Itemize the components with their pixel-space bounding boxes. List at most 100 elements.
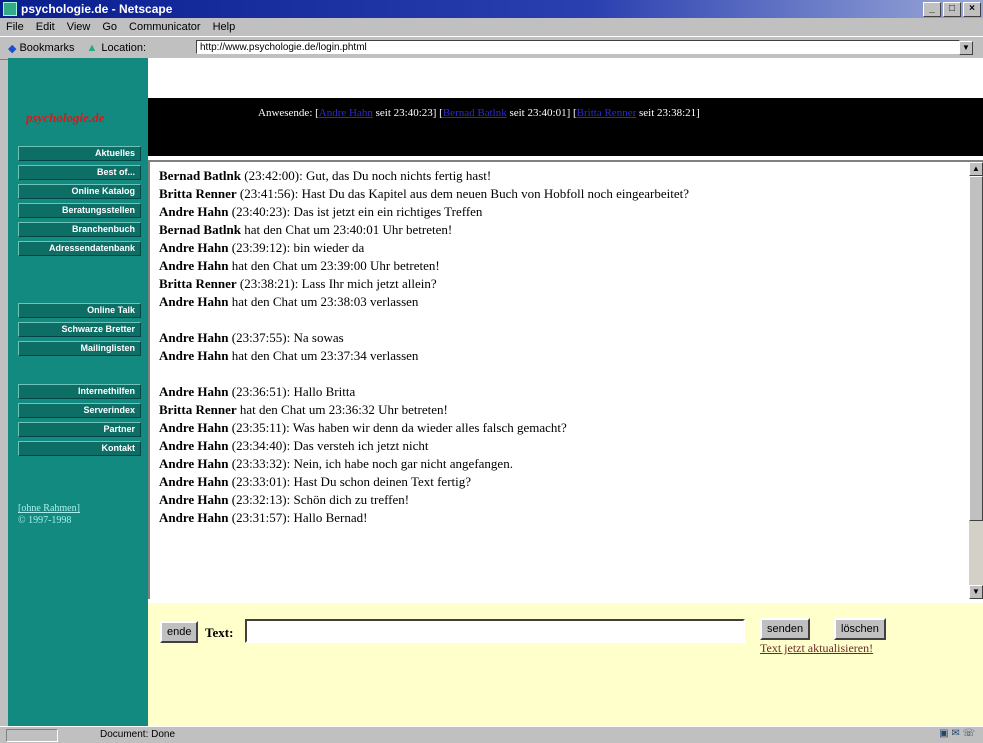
nav-beratungsstellen[interactable]: Beratungsstellen [18, 203, 141, 218]
chat-line: Britta Renner (23:41:56): Hast Du das Ka… [159, 185, 689, 203]
senden-button[interactable]: senden [760, 618, 811, 640]
menu-view[interactable]: View [67, 21, 91, 33]
ende-button[interactable]: ende [160, 621, 199, 643]
nav-online-talk[interactable]: Online Talk [18, 303, 141, 318]
location-icon: ▲ [86, 42, 98, 54]
nav-internethilfen[interactable]: Internethilfen [18, 384, 141, 399]
attendee-since: seit 23:40:23] [ [372, 107, 443, 119]
chat-author: Bernad Batlnk [159, 168, 241, 183]
status-text: Document: Done [100, 729, 176, 740]
chat-line: Bernad Batlnk hat den Chat um 23:40:01 U… [159, 221, 689, 239]
chat-author: Andre Hahn [159, 510, 229, 525]
scroll-down-icon[interactable]: ▼ [969, 585, 983, 599]
chat-line: Andre Hahn (23:32:13): Schön dich zu tre… [159, 491, 689, 509]
nav-serverindex[interactable]: Serverindex [18, 403, 141, 418]
attendee-link[interactable]: Britta Renner [577, 107, 637, 119]
chat-author: Andre Hahn [159, 420, 229, 435]
status-component-icons: ▣ ✉ ☏ [939, 728, 975, 739]
chat-line: Andre Hahn (23:40:23): Das ist jetzt ein… [159, 203, 689, 221]
chat-message: (23:35:11): Was haben wir denn da wieder… [228, 420, 567, 435]
chat-spacer [159, 311, 689, 329]
chat-line: Andre Hahn (23:31:57): Hallo Bernad! [159, 509, 689, 527]
menu-go[interactable]: Go [102, 21, 117, 33]
chat-line: Andre Hahn (23:39:12): bin wieder da [159, 239, 689, 257]
nav-best-of[interactable]: Best of... [18, 165, 141, 180]
nav-mailinglisten[interactable]: Mailinglisten [18, 341, 141, 356]
chat-author: Andre Hahn [159, 474, 229, 489]
text-label: Text: [205, 625, 234, 640]
page-content: psychologie.de Aktuelles Best of... Onli… [8, 58, 983, 726]
nav-adressendatenbank[interactable]: Adressendatenbank [18, 241, 141, 256]
chat-scrollbar[interactable]: ▲ ▼ [969, 162, 983, 599]
attendees-line: Anwesende: [Andre Hahn seit 23:40:23] [B… [258, 107, 700, 119]
attendee-since: seit 23:40:01] [ [506, 107, 577, 119]
chat-line: Andre Hahn (23:33:32): Nein, ich habe no… [159, 455, 689, 473]
attendees-prefix: Anwesende: [ [258, 107, 319, 119]
chat-line: Andre Hahn (23:33:01): Hast Du schon dei… [159, 473, 689, 491]
chat-message: hat den Chat um 23:39:00 Uhr betreten! [228, 258, 440, 273]
chat-author: Andre Hahn [159, 456, 229, 471]
chat-message: (23:31:57): Hallo Bernad! [228, 510, 368, 525]
nav-kontakt[interactable]: Kontakt [18, 441, 141, 456]
attendee-link[interactable]: Bernad Batlnk [443, 107, 507, 119]
nav-aktuelles[interactable]: Aktuelles [18, 146, 141, 161]
menubar: File Edit View Go Communicator Help [0, 18, 983, 36]
bookmark-icon: ◆ [8, 42, 17, 55]
loeschen-button[interactable]: löschen [834, 618, 886, 640]
chat-message: (23:39:12): bin wieder da [228, 240, 365, 255]
menu-file[interactable]: File [6, 21, 24, 33]
nav-branchenbuch[interactable]: Branchenbuch [18, 222, 141, 237]
attendee-link[interactable]: Andre Hahn [319, 107, 373, 119]
chat-line: Andre Hahn (23:37:55): Na sowas [159, 329, 689, 347]
chat-message: hat den Chat um 23:40:01 Uhr betreten! [241, 222, 453, 237]
chat-author: Andre Hahn [159, 294, 229, 309]
chat-message: (23:37:55): Na sowas [228, 330, 344, 345]
window-titlebar: psychologie.de - Netscape _ □ × [0, 0, 983, 18]
maximize-button[interactable]: □ [943, 2, 961, 17]
menu-help[interactable]: Help [213, 21, 236, 33]
attendees-header: Anwesende: [Andre Hahn seit 23:40:23] [B… [148, 98, 983, 156]
close-button[interactable]: × [963, 2, 981, 17]
chat-line: Andre Hahn (23:34:40): Das versteh ich j… [159, 437, 689, 455]
chat-line: Andre Hahn hat den Chat um 23:39:00 Uhr … [159, 257, 689, 275]
menu-edit[interactable]: Edit [36, 21, 55, 33]
chat-log: Bernad Batlnk (23:42:00): Gut, das Du no… [159, 167, 689, 527]
sidebar-footer: [ohne Rahmen] © 1997-1998 [18, 503, 80, 527]
no-frames-link[interactable]: [ohne Rahmen] [18, 503, 80, 515]
site-logo[interactable]: psychologie.de [26, 110, 104, 126]
minimize-button[interactable]: _ [923, 2, 941, 17]
chat-author: Andre Hahn [159, 384, 229, 399]
netscape-icon [3, 2, 17, 16]
scroll-thumb[interactable] [969, 176, 983, 521]
chat-line: Britta Renner (23:38:21): Lass Ihr mich … [159, 275, 689, 293]
chat-message: (23:36:51): Hallo Britta [228, 384, 356, 399]
chat-line: Bernad Batlnk (23:42:00): Gut, das Du no… [159, 167, 689, 185]
location-label-group: ▲ Location: [87, 42, 147, 54]
menu-communicator[interactable]: Communicator [129, 21, 201, 33]
chat-author: Andre Hahn [159, 348, 229, 363]
chat-author: Andre Hahn [159, 438, 229, 453]
chat-message: hat den Chat um 23:38:03 verlassen [228, 294, 419, 309]
url-field[interactable]: http://www.psychologie.de/login.phtml [196, 40, 960, 54]
nav-schwarze-bretter[interactable]: Schwarze Bretter [18, 322, 141, 337]
url-dropdown-icon[interactable]: ▼ [959, 41, 973, 55]
chat-message: hat den Chat um 23:36:32 Uhr betreten! [236, 402, 448, 417]
chat-line: Andre Hahn (23:35:11): Was haben wir den… [159, 419, 689, 437]
chat-author: Andre Hahn [159, 492, 229, 507]
refresh-link[interactable]: Text jetzt aktualisieren! [760, 641, 873, 656]
scroll-up-icon[interactable]: ▲ [969, 162, 983, 176]
chat-message: (23:38:21): Lass Ihr mich jetzt allein? [236, 276, 437, 291]
chat-message: (23:40:23): Das ist jetzt ein ein richti… [228, 204, 483, 219]
message-input[interactable] [245, 619, 745, 643]
copyright-text: © 1997-1998 [18, 515, 72, 526]
chat-author: Britta Renner [159, 276, 237, 291]
chat-author: Britta Renner [159, 402, 237, 417]
window-title: psychologie.de - Netscape [21, 2, 173, 16]
chat-message: (23:41:56): Hast Du das Kapitel aus dem … [236, 186, 689, 201]
nav-partner[interactable]: Partner [18, 422, 141, 437]
bookmarks-button[interactable]: ◆ Bookmarks [8, 42, 75, 55]
chat-line: Britta Renner hat den Chat um 23:36:32 U… [159, 401, 689, 419]
location-toolbar: ◆ Bookmarks ▲ Location: http://www.psych… [0, 36, 983, 60]
chat-log-frame[interactable]: Bernad Batlnk (23:42:00): Gut, das Du no… [148, 160, 983, 599]
nav-online-katalog[interactable]: Online Katalog [18, 184, 141, 199]
